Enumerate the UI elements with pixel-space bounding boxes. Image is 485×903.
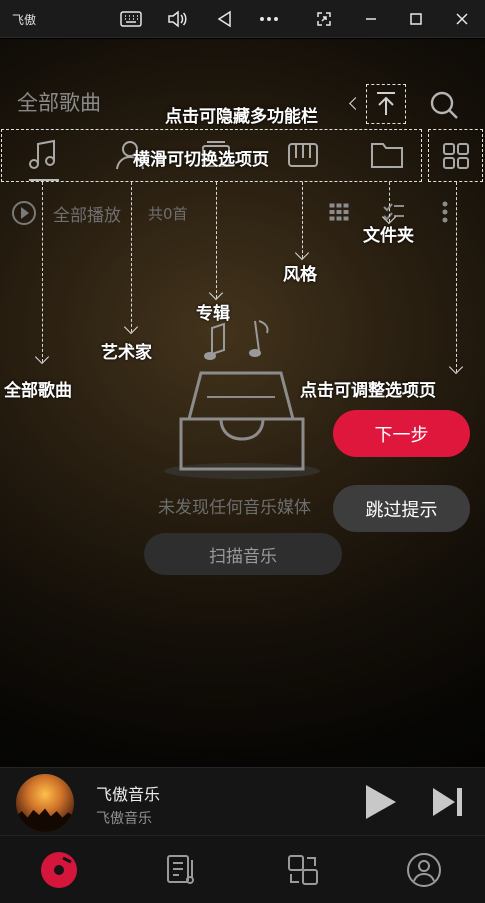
play-all-icon[interactable] (12, 201, 36, 225)
folder-icon[interactable] (367, 135, 407, 175)
next-track-icon[interactable] (428, 782, 468, 822)
switch-icon[interactable] (281, 848, 325, 892)
maximize-icon[interactable] (401, 0, 431, 38)
keyboard-icon[interactable] (116, 0, 146, 38)
annotation-hide-toolbar: 点击可隐藏多功能栏 (165, 107, 318, 127)
hide-toolbar-button[interactable] (366, 84, 406, 124)
active-tab-indicator (29, 179, 59, 181)
annotation-artist: 艺术家 (101, 343, 152, 363)
play-all-label[interactable]: 全部播放 (53, 201, 121, 226)
close-icon[interactable] (447, 0, 477, 38)
collapse-up-icon (377, 92, 395, 115)
main-content: 全部歌曲 全部播放 共0首 未发现任何音乐媒体 扫描音乐 下一步 跳过提示 点击… (0, 39, 485, 767)
skip-tips-button[interactable]: 跳过提示 (333, 485, 470, 532)
guide-line (42, 182, 43, 362)
guide-line (456, 182, 457, 372)
minimize-icon[interactable] (356, 0, 386, 38)
annotation-folder: 文件夹 (363, 226, 414, 246)
grid-icon (442, 142, 469, 169)
annotation-album: 专辑 (196, 304, 230, 324)
bottom-nav (0, 835, 485, 903)
guide-line (216, 182, 217, 298)
playlist-icon[interactable] (160, 848, 204, 892)
app-title: 飞傲 (12, 12, 37, 27)
volume-icon[interactable] (162, 0, 192, 38)
song-count: 共0首 (148, 205, 188, 223)
guide-line (131, 182, 132, 332)
page-title: 全部歌曲 (17, 91, 101, 115)
back-triangle-icon[interactable] (209, 0, 239, 38)
scan-music-button[interactable]: 扫描音乐 (144, 533, 342, 575)
annotation-all-songs: 全部歌曲 (4, 381, 72, 401)
list-view-icon[interactable] (324, 197, 354, 227)
more-icon[interactable] (254, 0, 284, 38)
album-cover[interactable] (16, 774, 74, 832)
music-note-icon[interactable] (23, 135, 63, 175)
mini-player[interactable]: 飞傲音乐 飞傲音乐 (0, 767, 485, 835)
profile-icon[interactable] (402, 848, 446, 892)
window-titlebar: 飞傲 (0, 0, 485, 38)
piano-icon[interactable] (283, 135, 323, 175)
adjust-tabs-button[interactable] (428, 129, 483, 182)
empty-message: 未发现任何音乐媒体 (158, 498, 311, 518)
annotation-adjust-tabs: 点击可调整选项页 (300, 381, 436, 401)
disc-icon[interactable] (37, 848, 81, 892)
play-icon[interactable] (360, 782, 400, 822)
screenshot-icon[interactable] (309, 0, 339, 38)
annotation-swipe-tabs: 横滑可切换选项页 (133, 150, 269, 170)
song-artist: 飞傲音乐 (96, 811, 152, 827)
annotation-style: 风格 (283, 265, 317, 285)
song-title: 飞傲音乐 (96, 785, 161, 804)
search-icon[interactable] (428, 89, 460, 125)
next-step-button[interactable]: 下一步 (333, 410, 470, 457)
